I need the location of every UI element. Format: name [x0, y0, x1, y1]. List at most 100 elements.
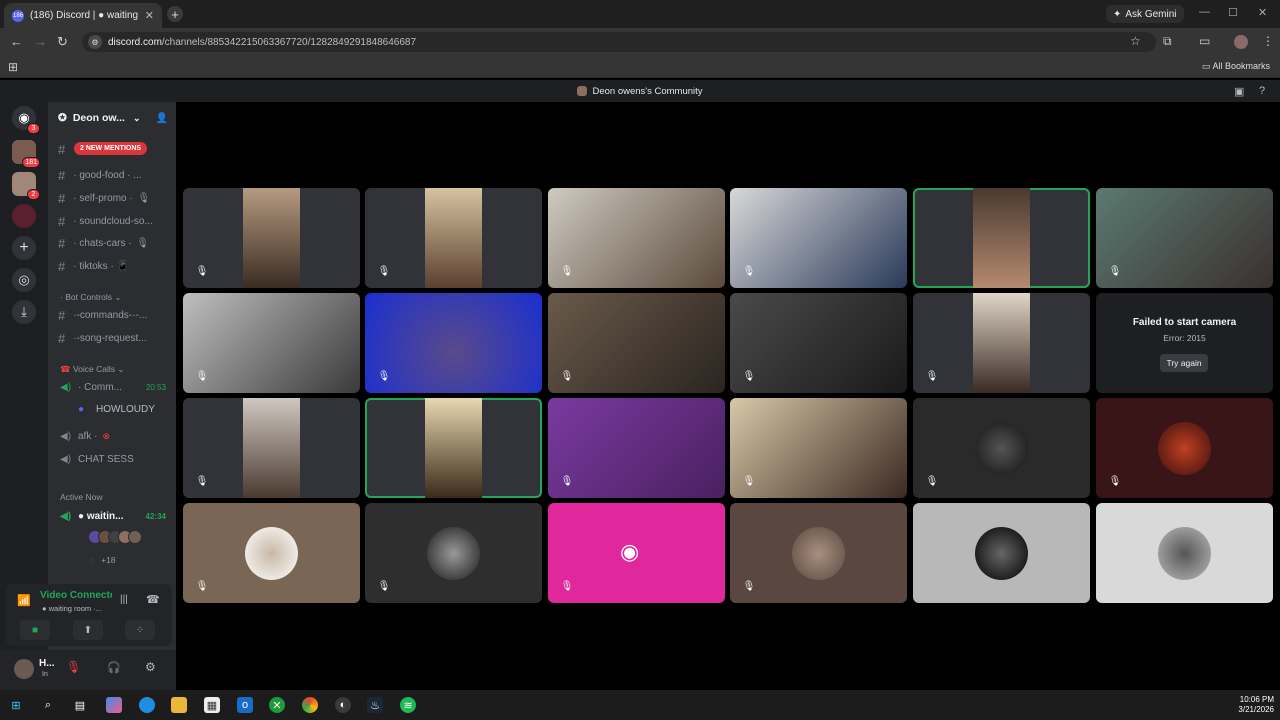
channel-tiktoks[interactable]: # · tiktoks · 📱	[58, 257, 174, 275]
apps-grid-icon[interactable]: ⊞	[8, 60, 18, 74]
channel-good-food[interactable]: # · good-food · ...	[58, 166, 174, 184]
copilot-icon[interactable]	[106, 697, 122, 713]
avatar-tile[interactable]: 🎙	[730, 503, 907, 603]
avatar-tile[interactable]: 🎙	[183, 503, 360, 603]
ask-gemini-button[interactable]: ✦ Ask Gemini	[1106, 5, 1184, 23]
extensions-icon[interactable]: ⧉	[1163, 34, 1172, 49]
store-icon[interactable]: ▦	[204, 697, 220, 713]
voice-user-avatars[interactable]	[88, 530, 142, 544]
obs-icon[interactable]: ◐	[335, 697, 351, 713]
browser-menu-icon[interactable]: ⋮	[1262, 34, 1274, 48]
video-tile[interactable]: 🎙	[365, 293, 542, 393]
video-tile[interactable]: 🎙	[730, 398, 907, 498]
video-tile[interactable]: 🎙	[183, 293, 360, 393]
mic-muted-icon[interactable]: 🎙	[66, 660, 81, 674]
avatar-tile[interactable]: 🎙	[913, 398, 1090, 498]
channel-chats-cars[interactable]: # · chats-cars · 🎙	[58, 234, 174, 252]
maximize-button[interactable]: ☐	[1228, 6, 1238, 19]
new-mentions-pill[interactable]: 2 NEW MENTIONS	[74, 142, 148, 155]
server-icon	[577, 86, 588, 96]
discover-icon[interactable]: ◎	[12, 268, 36, 292]
minimize-button[interactable]: —	[1199, 6, 1210, 18]
screen-share-button[interactable]: ⬆	[73, 620, 103, 640]
xbox-icon[interactable]: ✕	[269, 697, 285, 713]
url-field[interactable]: ⚙ discord.com /channels/8853422150633677…	[82, 32, 1156, 52]
voice-channel-comm[interactable]: ◀) · Comm... 20:53	[60, 379, 174, 395]
browser-tab-discord[interactable]: 186 (186) Discord | ● waiting r... ✕	[4, 3, 162, 28]
settings-gear-icon[interactable]: ⚙	[145, 660, 156, 674]
noise-suppression-icon[interactable]: |||	[120, 594, 128, 605]
video-tile[interactable]: 🎙	[183, 398, 360, 498]
category-voice-calls[interactable]: ☎ Voice Calls ⌄	[60, 364, 125, 375]
category-active-now[interactable]: Active Now	[60, 492, 103, 502]
channel-song-request[interactable]: # ·-song-request...	[58, 329, 174, 347]
task-view-icon[interactable]: ▤	[72, 697, 88, 713]
discord-home-button[interactable]: ◉ 3	[12, 106, 40, 134]
category-bot-controls[interactable]: · Bot Controls ⌄	[60, 292, 121, 303]
video-tile[interactable]: 🎙	[548, 188, 725, 288]
steam-icon[interactable]: ♨	[367, 697, 383, 713]
video-tile[interactable]: 🎙	[365, 188, 542, 288]
chrome-icon[interactable]	[302, 697, 318, 713]
outlook-icon[interactable]: o	[237, 697, 253, 713]
cast-icon[interactable]: ▭	[1199, 34, 1210, 48]
video-tile[interactable]: 🎙	[183, 188, 360, 288]
voice-user-howloudy[interactable]: ●HOWLOUDY■	[78, 401, 192, 417]
close-window-button[interactable]: ✕	[1258, 6, 1267, 19]
avatar-tile[interactable]: ◉ 🎙	[548, 503, 725, 603]
inbox-icon[interactable]: ▣	[1234, 85, 1244, 98]
avatar-tile[interactable]	[913, 503, 1090, 603]
back-arrow-icon[interactable]: ←	[10, 35, 23, 49]
system-clock[interactable]: 10:06 PM 3/21/2026	[1238, 695, 1274, 715]
help-icon[interactable]: ?	[1259, 85, 1265, 97]
channel-soundcloud[interactable]: # · soundcloud-so...	[58, 212, 174, 230]
video-tile[interactable]: 🎙	[730, 188, 907, 288]
profile-avatar[interactable]	[1234, 35, 1248, 49]
video-tile-speaking[interactable]	[913, 188, 1090, 288]
voice-status[interactable]: Video Connected	[40, 590, 112, 601]
avatar-tile[interactable]	[1096, 503, 1273, 603]
search-icon[interactable]: ⌕	[40, 697, 56, 713]
voice-channel-name[interactable]: ● waiting room ·...	[42, 604, 102, 613]
video-tile[interactable]: 🎙	[548, 293, 725, 393]
file-explorer-icon[interactable]	[171, 697, 187, 713]
try-again-button[interactable]: Try again	[1160, 354, 1208, 372]
new-tab-button[interactable]: +	[167, 6, 183, 22]
channel-commands[interactable]: # ·-commands-·-...	[58, 306, 174, 324]
server-header[interactable]: ✪ Deon ow... ⌄ 👤	[48, 102, 176, 134]
video-tile-speaking[interactable]	[365, 398, 542, 498]
add-server-icon[interactable]: +	[12, 236, 36, 260]
invite-icon[interactable]: 👤	[156, 113, 168, 124]
headphones-icon[interactable]: 🎧	[107, 661, 121, 674]
avatar-tile[interactable]: 🎙	[365, 503, 542, 603]
activities-button[interactable]: ⁘	[125, 620, 155, 640]
camera-button[interactable]: ■	[20, 620, 50, 640]
avatar-tile[interactable]: 🎙	[1096, 398, 1273, 498]
disconnect-icon[interactable]: ☎	[146, 593, 160, 606]
voice-channel-waiting-room[interactable]: ◀) ● waitin... 42:34	[60, 508, 174, 524]
windows-start-icon[interactable]: ⊞	[8, 697, 24, 713]
video-tile[interactable]: 🎙	[730, 293, 907, 393]
download-icon[interactable]: ⤓	[12, 300, 36, 324]
video-tile[interactable]: 🎙	[548, 398, 725, 498]
video-tile[interactable]: 🎙	[913, 293, 1090, 393]
video-tile[interactable]: 🎙	[1096, 188, 1273, 288]
site-info-icon[interactable]: ⚙	[88, 35, 102, 49]
edge-icon[interactable]	[139, 697, 155, 713]
channel-self-promo[interactable]: # · self-promo · 🎙	[58, 189, 174, 207]
all-bookmarks-link[interactable]: ▭ All Bookmarks	[1202, 61, 1270, 72]
mic-muted-icon: 🎙	[1108, 475, 1122, 487]
server-icon-2[interactable]: 2	[12, 172, 40, 200]
server-icon-1[interactable]: 181	[12, 140, 40, 168]
username[interactable]: H...	[39, 658, 55, 669]
forward-arrow-icon[interactable]: →	[34, 35, 47, 49]
user-avatar[interactable]	[14, 659, 34, 679]
server-icon-3[interactable]	[12, 204, 36, 228]
reload-icon[interactable]: ↻	[57, 35, 68, 49]
voice-channel-chat-sess[interactable]: ◀) CHAT SESS	[60, 451, 174, 467]
voice-channel-afk[interactable]: ◀) afk · ⊗	[60, 428, 174, 444]
spotify-icon[interactable]: ≋	[400, 697, 416, 713]
signal-icon[interactable]: 📶	[17, 594, 31, 607]
bookmark-star-icon[interactable]: ☆	[1130, 34, 1141, 48]
close-tab-icon[interactable]: ✕	[145, 9, 154, 22]
